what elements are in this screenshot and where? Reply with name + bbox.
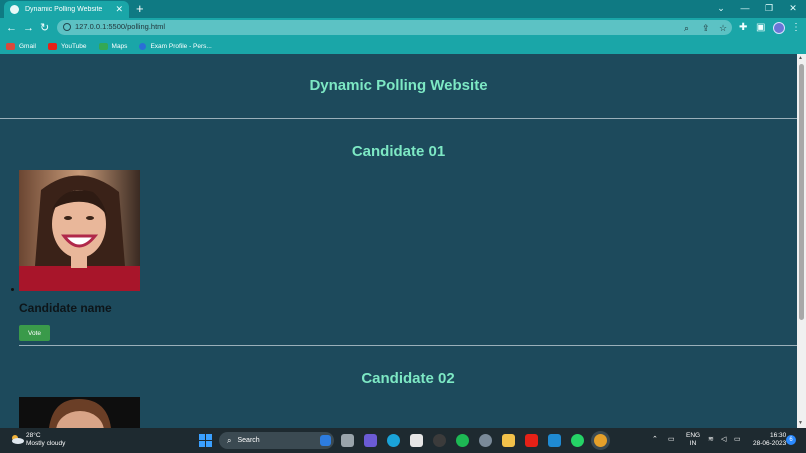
bookmark-maps[interactable]: Maps (98, 42, 128, 50)
tab-search-icon[interactable]: ⌄ (709, 0, 733, 16)
time: 16:30 (769, 432, 787, 439)
candidate-01-title: Candidate 01 (351, 143, 446, 160)
forward-icon[interactable]: → (23, 20, 34, 36)
share-icon[interactable]: ⇪ (702, 22, 710, 34)
chrome-icon[interactable] (594, 434, 607, 447)
scroll-down-icon[interactable]: ▼ (798, 420, 803, 426)
settings-icon[interactable] (479, 434, 492, 447)
zoom-icon[interactable]: ⌕ (684, 22, 689, 34)
date: 28-06-2023 (753, 440, 787, 447)
header-divider (0, 118, 797, 119)
file-explorer-icon[interactable] (502, 434, 515, 447)
profile-avatar[interactable] (773, 22, 785, 34)
temperature: 28°C (26, 432, 41, 439)
minimize-icon[interactable]: — (733, 0, 757, 16)
back-icon[interactable]: ← (6, 20, 17, 36)
browser-tab-bar: Dynamic Polling Website ✕ + ⌄ — ❐ ✕ (0, 0, 806, 18)
clock[interactable]: 16:30 28-06-2023 (753, 432, 786, 448)
weather-status: Mostly cloudy (26, 440, 66, 447)
battery-icon[interactable]: ▭ (734, 435, 741, 444)
search-icon: ⌕ (227, 435, 232, 445)
teams-icon[interactable] (364, 434, 377, 447)
show-hidden-icons[interactable]: ⌃ (652, 435, 658, 444)
lang-region: IN (689, 440, 697, 447)
url-text: 127.0.0.1:5500/polling.html (75, 22, 166, 31)
bookmark-gmail[interactable]: Gmail (6, 42, 36, 50)
vscode-icon[interactable] (548, 434, 561, 447)
bookmark-youtube[interactable]: YouTube (47, 42, 87, 50)
bookmark-star-icon[interactable]: ☆ (719, 22, 727, 34)
search-label: Search (237, 437, 260, 444)
vote-button[interactable]: Vote (19, 325, 50, 341)
page-scrollbar[interactable]: ▲ ▼ (797, 54, 806, 428)
page-content: Dynamic Polling Website Candidate 01 Can… (0, 54, 797, 428)
weather-widget[interactable]: 28°C Mostly cloudy (26, 432, 65, 448)
volume-icon[interactable]: ◁ (721, 435, 726, 444)
candidate-02-title: Candidate 02 (361, 370, 455, 387)
list-bullet (11, 288, 14, 291)
bookmark-label: Exam Profile - Pers... (150, 42, 212, 50)
windows-start-icon[interactable] (199, 434, 212, 447)
exam-icon (139, 42, 147, 50)
menu-icon[interactable]: ⋮ (791, 20, 801, 36)
lang-code: ENG (686, 432, 701, 439)
spotify-icon[interactable] (456, 434, 469, 447)
scroll-up-icon[interactable]: ▲ (798, 55, 803, 61)
close-window-icon[interactable]: ✕ (781, 0, 805, 16)
whatsapp-icon[interactable] (571, 434, 584, 447)
page-title: Dynamic Polling Website (309, 77, 488, 94)
edge-icon[interactable] (387, 434, 400, 447)
candidate-02-photo (19, 397, 140, 428)
new-tab-button[interactable]: + (136, 1, 144, 17)
notification-badge[interactable]: 6 (786, 435, 796, 445)
site-info-icon[interactable] (63, 23, 71, 31)
browser-toolbar: ← → ↻ 127.0.0.1:5500/polling.html ⌕ ⇪ ☆ (0, 18, 806, 38)
candidate-01-name: Candidate name (19, 301, 112, 315)
maps-icon (98, 42, 108, 50)
youtube-app-icon[interactable] (525, 434, 538, 447)
restore-icon[interactable]: ❐ (757, 0, 781, 16)
side-panel-icon[interactable]: ▣ (756, 20, 765, 36)
bookmark-label: YouTube (60, 42, 87, 50)
reload-icon[interactable]: ↻ (40, 20, 49, 36)
store-icon[interactable] (410, 434, 423, 447)
taskbar-search[interactable]: ⌕ Search (219, 432, 334, 449)
github-icon[interactable] (433, 434, 446, 447)
bookmark-label: Gmail (19, 42, 36, 50)
bing-icon[interactable] (320, 435, 331, 446)
bookmark-label: Maps (111, 42, 128, 50)
bookmarks-bar: Gmail YouTube Maps Exam Profile - Pers..… (0, 38, 806, 54)
language-indicator[interactable]: ENG IN (686, 432, 700, 448)
tab-title: Dynamic Polling Website (25, 6, 103, 13)
candidate-01-photo (19, 170, 140, 291)
task-view-icon[interactable] (341, 434, 354, 447)
wifi-icon[interactable]: ≋ (708, 435, 714, 444)
scrollbar-thumb[interactable] (799, 64, 804, 320)
bookmark-exam-profile[interactable]: Exam Profile - Pers... (139, 42, 212, 50)
tab-close-icon[interactable]: ✕ (115, 4, 123, 15)
candidate-divider (19, 345, 797, 346)
address-bar[interactable]: 127.0.0.1:5500/polling.html ⌕ ⇪ ☆ (57, 20, 732, 35)
extensions-icon[interactable]: ✚ (739, 20, 747, 36)
tab-polling[interactable]: Dynamic Polling Website ✕ (4, 1, 129, 18)
gmail-icon (6, 42, 15, 50)
tablet-icon[interactable]: ▭ (668, 435, 675, 444)
youtube-icon (47, 42, 57, 50)
taskbar: 28°C Mostly cloudy ⌕ Search ⌃ ▭ ENG IN ≋… (0, 428, 806, 453)
globe-icon (10, 5, 19, 14)
cloud-icon (12, 435, 24, 444)
